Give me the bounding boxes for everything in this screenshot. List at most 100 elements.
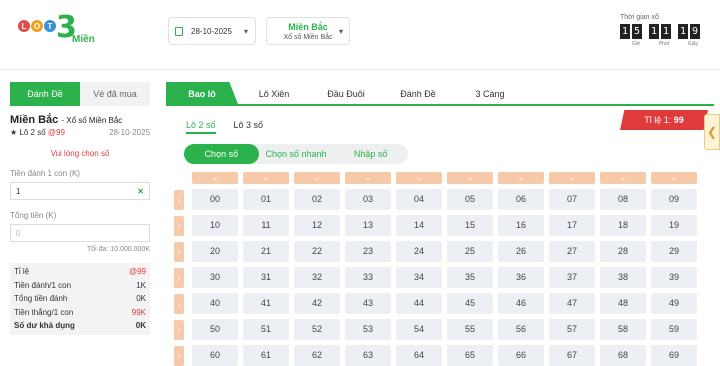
number-cell[interactable]: 21 <box>243 241 289 262</box>
number-cell[interactable]: 68 <box>600 345 646 366</box>
number-cell[interactable]: 15 <box>447 215 493 236</box>
column-select-chevron-icon[interactable]: ⌄ <box>498 172 544 184</box>
number-cell[interactable]: 25 <box>447 241 493 262</box>
number-cell[interactable]: 36 <box>498 267 544 288</box>
number-cell[interactable]: 60 <box>192 345 238 366</box>
number-cell[interactable]: 67 <box>549 345 595 366</box>
number-cell[interactable]: 07 <box>549 189 595 210</box>
number-cell[interactable]: 08 <box>600 189 646 210</box>
tab-danh-de[interactable]: Đánh Đề <box>10 82 80 106</box>
number-cell[interactable]: 26 <box>498 241 544 262</box>
tab-3-cang[interactable]: 3 Càng <box>454 82 526 104</box>
number-cell[interactable]: 17 <box>549 215 595 236</box>
number-cell[interactable]: 16 <box>498 215 544 236</box>
subtab-lo-2-so[interactable]: Lô 2 số <box>186 120 216 134</box>
row-select-chevron-icon[interactable]: › <box>174 189 184 210</box>
number-cell[interactable]: 56 <box>498 319 544 340</box>
number-cell[interactable]: 06 <box>498 189 544 210</box>
column-select-chevron-icon[interactable]: ⌄ <box>294 172 340 184</box>
tab-ve-da-mua[interactable]: Vé đã mua <box>80 82 150 106</box>
tab-bao-lo[interactable]: Bao lô <box>166 82 238 104</box>
number-cell[interactable]: 41 <box>243 293 289 314</box>
number-cell[interactable]: 10 <box>192 215 238 236</box>
number-cell[interactable]: 53 <box>345 319 391 340</box>
subtab-lo-3-so[interactable]: Lô 3 số <box>234 120 264 134</box>
number-cell[interactable]: 51 <box>243 319 289 340</box>
column-select-chevron-icon[interactable]: ⌄ <box>345 172 391 184</box>
number-cell[interactable]: 59 <box>651 319 697 340</box>
row-select-chevron-icon[interactable]: › <box>174 215 184 236</box>
number-cell[interactable]: 34 <box>396 267 442 288</box>
column-select-chevron-icon[interactable]: ⌄ <box>447 172 493 184</box>
side-drawer-toggle[interactable]: ❮ <box>704 114 720 150</box>
number-cell[interactable]: 09 <box>651 189 697 210</box>
number-cell[interactable]: 37 <box>549 267 595 288</box>
number-cell[interactable]: 02 <box>294 189 340 210</box>
number-cell[interactable]: 31 <box>243 267 289 288</box>
region-select[interactable]: Miền Bắc Xổ số Miền Bắc ▾ <box>266 17 350 45</box>
number-cell[interactable]: 33 <box>345 267 391 288</box>
number-cell[interactable]: 42 <box>294 293 340 314</box>
number-cell[interactable]: 04 <box>396 189 442 210</box>
number-cell[interactable]: 32 <box>294 267 340 288</box>
number-cell[interactable]: 30 <box>192 267 238 288</box>
number-cell[interactable]: 27 <box>549 241 595 262</box>
number-cell[interactable]: 03 <box>345 189 391 210</box>
number-cell[interactable]: 11 <box>243 215 289 236</box>
number-cell[interactable]: 40 <box>192 293 238 314</box>
column-select-chevron-icon[interactable]: ⌄ <box>651 172 697 184</box>
number-cell[interactable]: 58 <box>600 319 646 340</box>
clear-icon[interactable]: ✕ <box>137 187 144 196</box>
number-cell[interactable]: 22 <box>294 241 340 262</box>
number-cell[interactable]: 05 <box>447 189 493 210</box>
row-select-chevron-icon[interactable]: › <box>174 319 184 340</box>
row-select-chevron-icon[interactable]: › <box>174 267 184 288</box>
number-cell[interactable]: 57 <box>549 319 595 340</box>
number-cell[interactable]: 29 <box>651 241 697 262</box>
per-number-input[interactable]: 1 ✕ <box>10 182 150 200</box>
date-picker[interactable]: 28-10-2025 ▾ <box>168 17 256 45</box>
tab-lo-xien[interactable]: Lô Xiên <box>238 82 310 104</box>
number-cell[interactable]: 46 <box>498 293 544 314</box>
number-cell[interactable]: 49 <box>651 293 697 314</box>
total-input[interactable]: 0 <box>10 224 150 242</box>
number-cell[interactable]: 52 <box>294 319 340 340</box>
number-cell[interactable]: 63 <box>345 345 391 366</box>
number-cell[interactable]: 44 <box>396 293 442 314</box>
number-cell[interactable]: 23 <box>345 241 391 262</box>
number-cell[interactable]: 66 <box>498 345 544 366</box>
number-cell[interactable]: 35 <box>447 267 493 288</box>
row-select-chevron-icon[interactable]: › <box>174 293 184 314</box>
row-select-chevron-icon[interactable]: › <box>174 345 184 366</box>
number-cell[interactable]: 19 <box>651 215 697 236</box>
mode-nhap-so[interactable]: Nhập số <box>333 144 408 164</box>
tab-danh-de[interactable]: Đánh Đề <box>382 82 454 104</box>
number-cell[interactable]: 12 <box>294 215 340 236</box>
number-cell[interactable]: 38 <box>600 267 646 288</box>
column-select-chevron-icon[interactable]: ⌄ <box>396 172 442 184</box>
number-cell[interactable]: 00 <box>192 189 238 210</box>
mode-chon-so-nhanh[interactable]: Chọn số nhanh <box>259 144 334 164</box>
number-cell[interactable]: 50 <box>192 319 238 340</box>
number-cell[interactable]: 54 <box>396 319 442 340</box>
number-cell[interactable]: 43 <box>345 293 391 314</box>
tab-dau-duoi[interactable]: Đầu Đuôi <box>310 82 382 104</box>
column-select-chevron-icon[interactable]: ⌄ <box>243 172 289 184</box>
row-select-chevron-icon[interactable]: › <box>174 241 184 262</box>
number-cell[interactable]: 39 <box>651 267 697 288</box>
logo[interactable]: L O T 3 Miền <box>18 10 98 48</box>
number-cell[interactable]: 28 <box>600 241 646 262</box>
number-cell[interactable]: 24 <box>396 241 442 262</box>
column-select-chevron-icon[interactable]: ⌄ <box>192 172 238 184</box>
number-cell[interactable]: 64 <box>396 345 442 366</box>
number-cell[interactable]: 65 <box>447 345 493 366</box>
number-cell[interactable]: 13 <box>345 215 391 236</box>
number-cell[interactable]: 69 <box>651 345 697 366</box>
number-cell[interactable]: 55 <box>447 319 493 340</box>
number-cell[interactable]: 18 <box>600 215 646 236</box>
number-cell[interactable]: 01 <box>243 189 289 210</box>
number-cell[interactable]: 20 <box>192 241 238 262</box>
number-cell[interactable]: 45 <box>447 293 493 314</box>
column-select-chevron-icon[interactable]: ⌄ <box>549 172 595 184</box>
number-cell[interactable]: 62 <box>294 345 340 366</box>
